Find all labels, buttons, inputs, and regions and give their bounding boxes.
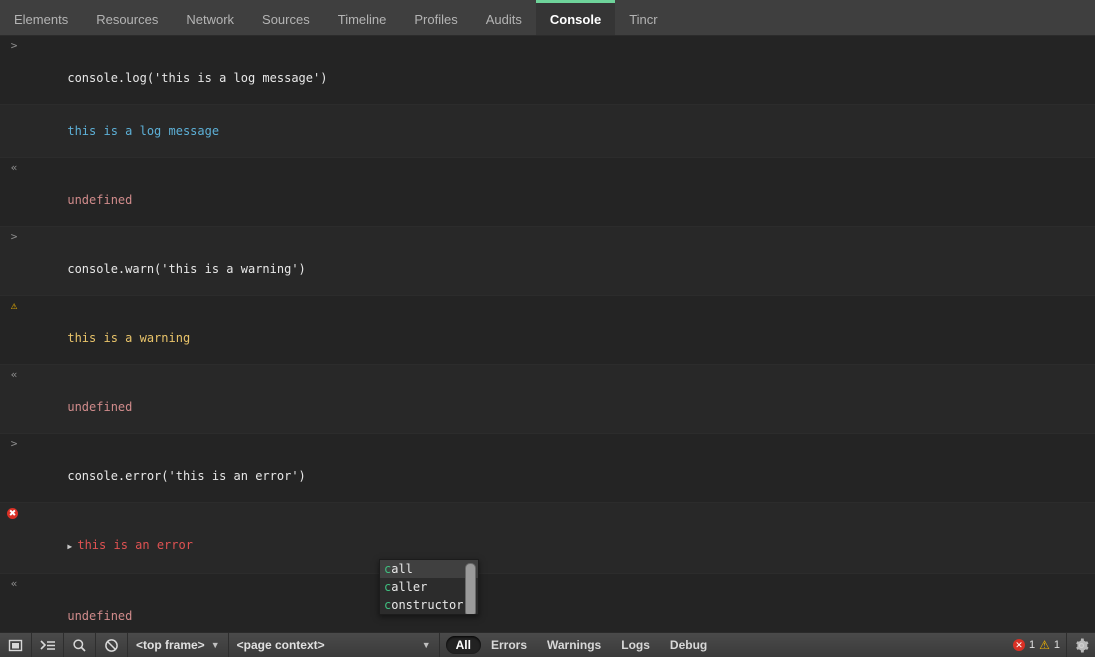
console-result-line: « undefined <box>0 574 1095 632</box>
filter-label: Warnings <box>547 638 601 652</box>
console-output[interactable]: > console.log('this is a log message') t… <box>0 36 1095 632</box>
tab-profiles[interactable]: Profiles <box>400 0 471 35</box>
console-result-line: « undefined <box>0 365 1095 434</box>
console-input-line[interactable]: > console.error('this is an error') <box>0 434 1095 503</box>
input-arrow-icon: > <box>8 229 20 245</box>
tab-label: Console <box>550 12 601 27</box>
autocomplete-item[interactable]: call <box>380 560 478 578</box>
devtools-window: Elements Resources Network Sources Timel… <box>0 0 1095 657</box>
console-command-text: console.warn('this is a warning') <box>67 262 305 276</box>
tab-timeline[interactable]: Timeline <box>324 0 401 35</box>
context-selector-value: <page context> <box>237 638 325 652</box>
warning-count-value: 1 <box>1054 639 1060 651</box>
dock-panel-icon <box>8 638 23 653</box>
autocomplete-item-rest: all <box>391 562 413 576</box>
clear-console-button[interactable] <box>96 633 128 657</box>
filter-label: Errors <box>491 638 527 652</box>
error-icon: ✖ <box>7 508 18 519</box>
gear-icon <box>1074 638 1089 653</box>
autocomplete-scrollbar[interactable] <box>465 563 476 615</box>
console-command-text: console.error('this is an error') <box>67 469 305 483</box>
console-input-line[interactable]: > console.warn('this is a warning') <box>0 227 1095 296</box>
filter-all[interactable]: All <box>446 636 481 654</box>
tab-label: Timeline <box>338 12 387 27</box>
tab-network[interactable]: Network <box>172 0 248 35</box>
warning-icon: ⚠ <box>8 298 20 314</box>
autocomplete-popup[interactable]: call caller constructor <box>379 559 479 615</box>
tab-label: Resources <box>96 12 158 27</box>
autocomplete-item-rest: aller <box>391 580 427 594</box>
tab-sources[interactable]: Sources <box>248 0 324 35</box>
output-arrow-icon: « <box>8 367 20 383</box>
tab-label: Audits <box>486 12 522 27</box>
search-button[interactable] <box>64 633 96 657</box>
expand-arrow-icon[interactable]: ▶ <box>67 539 77 555</box>
output-arrow-icon: « <box>8 576 20 592</box>
console-filter-group: All Errors Warnings Logs Debug <box>440 633 718 657</box>
devtools-tab-bar: Elements Resources Network Sources Timel… <box>0 0 1095 36</box>
console-result-line: « undefined <box>0 158 1095 227</box>
console-result-text: undefined <box>67 400 132 414</box>
search-icon <box>72 638 87 653</box>
tab-label: Tincr <box>629 12 657 27</box>
warning-count-icon: ⚠ <box>1039 639 1050 651</box>
tab-resources[interactable]: Resources <box>82 0 172 35</box>
input-arrow-icon: > <box>8 436 20 452</box>
filter-logs[interactable]: Logs <box>611 636 660 654</box>
tab-console[interactable]: Console <box>536 0 615 35</box>
chevron-down-icon: ▼ <box>422 640 431 650</box>
console-result-text: undefined <box>67 609 132 623</box>
output-arrow-icon: « <box>8 160 20 176</box>
autocomplete-item[interactable]: caller <box>380 578 478 596</box>
filter-label: All <box>456 638 471 652</box>
tab-elements[interactable]: Elements <box>0 0 82 35</box>
tab-label: Sources <box>262 12 310 27</box>
filter-warnings[interactable]: Warnings <box>537 636 611 654</box>
clear-console-icon <box>104 638 119 653</box>
console-error-text: this is an error <box>77 538 193 552</box>
tab-label: Profiles <box>414 12 457 27</box>
tab-label: Elements <box>14 12 68 27</box>
tab-label: Network <box>186 12 234 27</box>
context-selector[interactable]: <page context> ▼ <box>229 633 440 657</box>
input-arrow-icon: > <box>8 38 20 54</box>
console-warning-line: ⚠ this is a warning <box>0 296 1095 365</box>
dock-panel-button[interactable] <box>0 633 32 657</box>
tab-tincr[interactable]: Tincr <box>615 0 671 35</box>
tab-audits[interactable]: Audits <box>472 0 536 35</box>
console-log-line: this is a log message <box>0 105 1095 158</box>
console-warning-text: this is a warning <box>67 331 190 345</box>
filter-errors[interactable]: Errors <box>481 636 537 654</box>
chevron-down-icon: ▼ <box>211 640 220 650</box>
console-drawer-button[interactable] <box>32 633 64 657</box>
console-log-text: this is a log message <box>67 124 219 138</box>
error-count-icon: ✕ <box>1013 639 1025 651</box>
console-drawer-icon <box>40 638 56 652</box>
autocomplete-item[interactable]: constructor <box>380 596 478 614</box>
filter-label: Logs <box>621 638 650 652</box>
console-counters[interactable]: ✕ 1 ⚠ 1 <box>1013 633 1066 657</box>
console-error-line[interactable]: ✖ ▶this is an error <box>0 503 1095 574</box>
error-count-value: 1 <box>1029 639 1035 651</box>
toolbar-spacer <box>717 633 1013 657</box>
filter-debug[interactable]: Debug <box>660 636 717 654</box>
filter-label: Debug <box>670 638 707 652</box>
console-input-line[interactable]: > console.log('this is a log message') <box>0 36 1095 105</box>
frame-selector-value: <top frame> <box>136 638 205 652</box>
console-command-text: console.log('this is a log message') <box>67 71 327 85</box>
autocomplete-item-rest: onstructor <box>391 598 463 612</box>
console-status-bar: <top frame> ▼ <page context> ▼ All Error… <box>0 632 1095 657</box>
settings-button[interactable] <box>1066 633 1095 657</box>
console-result-text: undefined <box>67 193 132 207</box>
frame-selector[interactable]: <top frame> ▼ <box>128 633 229 657</box>
